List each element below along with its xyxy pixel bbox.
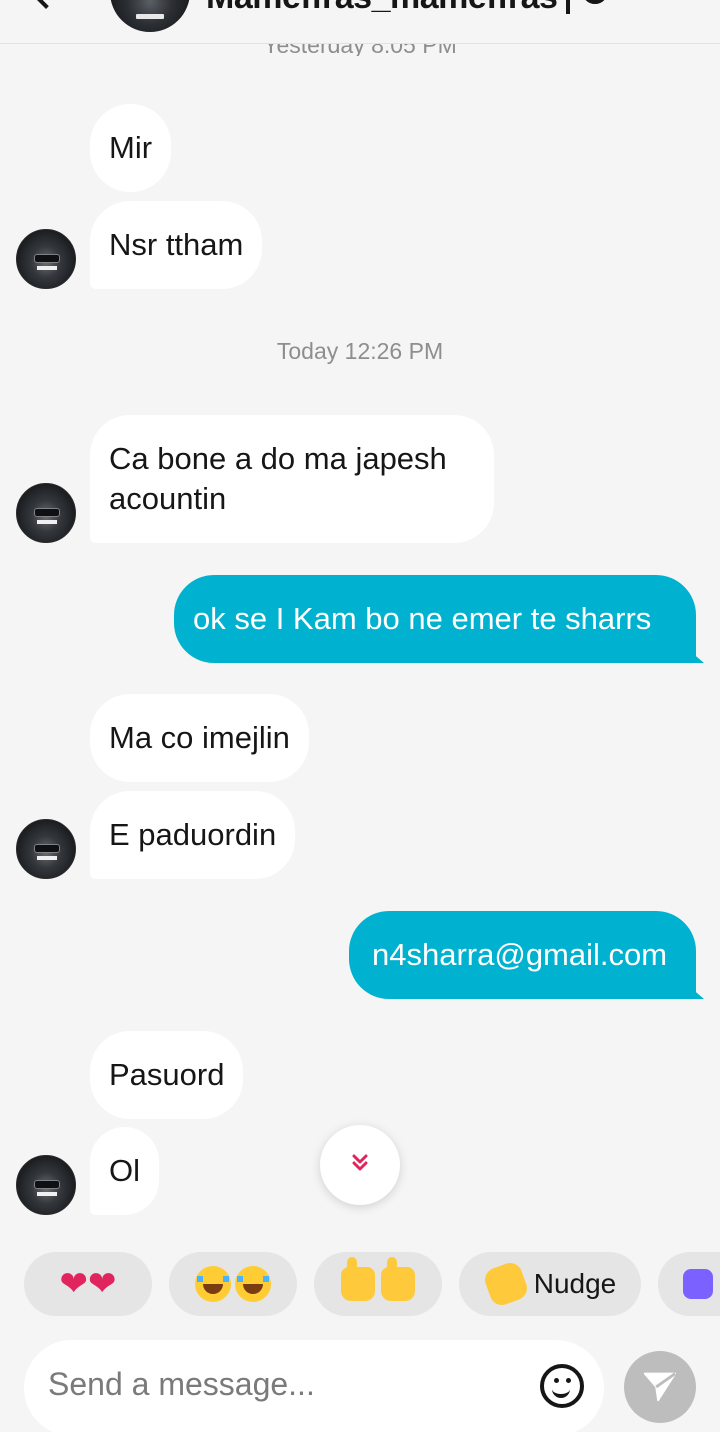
message-text-line2: acountin: [109, 481, 227, 516]
chevron-double-down-icon: [352, 1152, 368, 1178]
message-input-placeholder: Send a message...: [48, 1366, 315, 1402]
message-bubble-incoming[interactable]: Pasuord: [90, 1031, 244, 1119]
message-text: E paduordin: [109, 817, 277, 852]
send-arrow-icon: [641, 1366, 679, 1409]
scroll-to-bottom-button[interactable]: [320, 1125, 400, 1205]
message-text: ok se I Kam bo ne emer te sharrs: [193, 601, 652, 636]
send-button[interactable]: [624, 1351, 696, 1423]
laughing-face-icon: [235, 1266, 271, 1302]
heart-icon: ❤❤: [59, 1265, 117, 1303]
message-text: Nsr ttham: [109, 227, 244, 262]
message-bubble-incoming[interactable]: E paduordin: [90, 791, 296, 879]
message-bubble-outgoing[interactable]: n4sharra@gmail.com: [349, 911, 696, 999]
quick-reaction-nudge[interactable]: Nudge: [459, 1252, 641, 1316]
timestamp-today: Today 12:26 PM: [276, 338, 444, 364]
sender-avatar[interactable]: [16, 483, 76, 543]
sender-avatar[interactable]: [16, 229, 76, 289]
header-divider: [566, 0, 570, 14]
sender-avatar[interactable]: [16, 1155, 76, 1215]
quick-reaction-laughing[interactable]: [169, 1252, 297, 1316]
back-arrow-icon[interactable]: [29, 0, 63, 9]
sticker-app-icon: [683, 1269, 713, 1299]
message-text: Ca bone a do ma japesh: [109, 441, 447, 476]
sender-avatar[interactable]: [16, 819, 76, 879]
message-bubble-outgoing[interactable]: ok se I Kam bo ne emer te sharrs: [174, 575, 696, 663]
message-bubble-incoming[interactable]: Ol: [90, 1127, 159, 1215]
contact-avatar[interactable]: [110, 0, 190, 32]
message-text: Ma co imejlin: [109, 720, 290, 755]
message-bubble-incoming[interactable]: Ca bone a do ma japesh acountin: [90, 415, 494, 543]
message-bubble-incoming[interactable]: Ma co imejlin: [90, 694, 309, 782]
message-bubble-incoming[interactable]: Mir: [90, 104, 172, 192]
message-text: Ol: [109, 1153, 140, 1188]
message-bubble-incoming[interactable]: Nsr ttham: [90, 201, 263, 289]
quick-reaction-more[interactable]: [658, 1252, 720, 1316]
nudge-label: Nudge: [533, 1268, 617, 1299]
waving-hand-icon: [481, 1259, 531, 1309]
sticker-icon[interactable]: [540, 1364, 584, 1408]
thumbs-up-icon: [381, 1257, 415, 1301]
thumbs-up-icon: [341, 1257, 375, 1301]
message-text: n4sharra@gmail.com: [372, 937, 668, 972]
laughing-face-icon: [195, 1266, 231, 1302]
message-input[interactable]: Send a message...: [24, 1340, 604, 1432]
info-icon[interactable]: [582, 0, 608, 4]
quick-reaction-hearts[interactable]: ❤❤: [24, 1252, 152, 1316]
contact-name[interactable]: Mameffras_mameffras: [206, 0, 558, 17]
message-text: Pasuord: [109, 1057, 225, 1092]
chat-header: Mameffras_mameffras: [0, 0, 720, 44]
message-text: Mir: [109, 130, 153, 165]
quick-reaction-bar: ❤❤ Nudge: [0, 1252, 720, 1316]
quick-reaction-thumbs-up[interactable]: [314, 1252, 442, 1316]
